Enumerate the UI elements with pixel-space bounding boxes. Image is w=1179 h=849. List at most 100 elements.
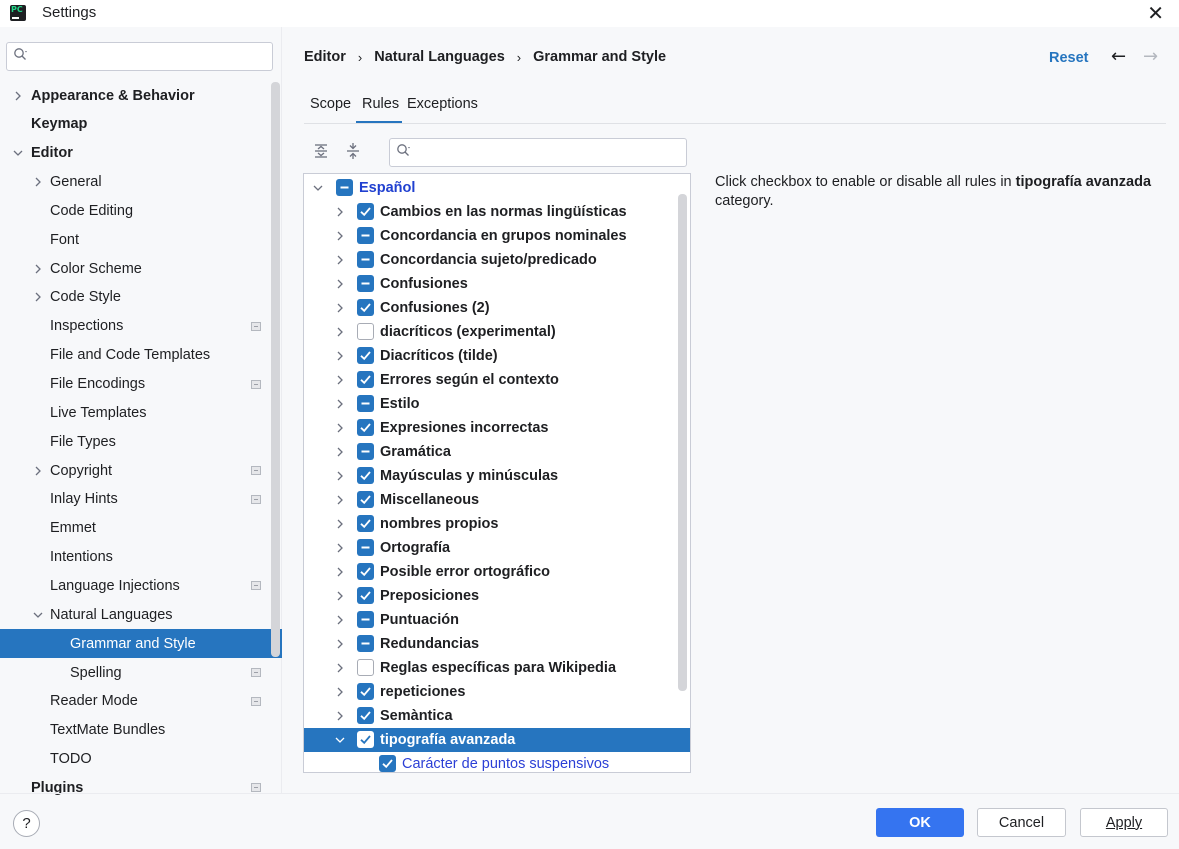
chevron-right-icon[interactable] bbox=[334, 445, 346, 459]
collapse-all-icon[interactable] bbox=[345, 143, 361, 159]
checkbox-checked-icon[interactable] bbox=[357, 683, 374, 700]
rule-category-posible-error-ortografico[interactable]: Posible error ortográfico bbox=[304, 560, 690, 584]
chevron-down-icon[interactable] bbox=[334, 733, 346, 747]
sidebar-item-inspections[interactable]: Inspections bbox=[0, 312, 282, 341]
rule-category-semantica[interactable]: Semàntica bbox=[304, 704, 690, 728]
sidebar-item-color-scheme[interactable]: Color Scheme bbox=[0, 254, 282, 283]
rule-category-diacriticos-experimental[interactable]: diacríticos (experimental) bbox=[304, 320, 690, 344]
chevron-right-icon[interactable] bbox=[334, 517, 346, 531]
rule-category-redundancias[interactable]: Redundancias bbox=[304, 632, 690, 656]
rule-item-caracter-de-puntos-suspensivos[interactable]: Carácter de puntos suspensivos bbox=[304, 752, 690, 772]
chevron-right-icon[interactable] bbox=[334, 397, 346, 411]
chevron-right-icon[interactable] bbox=[334, 493, 346, 507]
chevron-down-icon[interactable] bbox=[32, 609, 44, 621]
rule-category-reglas-especificas-para-wikipedia[interactable]: Reglas específicas para Wikipedia bbox=[304, 656, 690, 680]
sidebar-item-grammar-and-style[interactable]: Grammar and Style bbox=[0, 629, 282, 659]
sidebar-item-spelling[interactable]: Spelling bbox=[0, 658, 282, 687]
checkbox-partial-icon[interactable] bbox=[357, 275, 374, 292]
rule-category-expresiones-incorrectas[interactable]: Expresiones incorrectas bbox=[304, 416, 690, 440]
checkbox-partial-icon[interactable] bbox=[357, 251, 374, 268]
checkbox-checked-icon[interactable] bbox=[357, 347, 374, 364]
chevron-right-icon[interactable] bbox=[334, 301, 346, 315]
chevron-right-icon[interactable] bbox=[334, 373, 346, 387]
rule-category-cambios-en-las-normas-linguisticas[interactable]: Cambios en las normas lingüísticas bbox=[304, 200, 690, 224]
chevron-down-icon[interactable] bbox=[12, 147, 24, 159]
sidebar-item-todo[interactable]: TODO bbox=[0, 745, 282, 774]
checkbox-partial-icon[interactable] bbox=[336, 179, 353, 196]
chevron-right-icon[interactable] bbox=[32, 176, 44, 188]
sidebar-item-plugins[interactable]: Plugins bbox=[0, 773, 282, 802]
forward-arrow-icon[interactable]: → bbox=[1143, 46, 1158, 67]
chevron-right-icon[interactable] bbox=[334, 325, 346, 339]
sidebar-item-file-types[interactable]: File Types bbox=[0, 427, 282, 456]
rule-root-espanol[interactable]: Español bbox=[304, 176, 690, 200]
sidebar-item-textmate-bundles[interactable]: TextMate Bundles bbox=[0, 716, 282, 745]
tab-rules[interactable]: Rules bbox=[362, 96, 399, 112]
sidebar-search-input[interactable] bbox=[6, 42, 273, 71]
chevron-right-icon[interactable] bbox=[32, 465, 44, 477]
rules-scrollbar[interactable] bbox=[678, 194, 687, 691]
checkbox-checked-icon[interactable] bbox=[357, 587, 374, 604]
chevron-right-icon[interactable] bbox=[334, 421, 346, 435]
checkbox-partial-icon[interactable] bbox=[357, 227, 374, 244]
checkbox-checked-icon[interactable] bbox=[357, 371, 374, 388]
sidebar-item-natural-languages[interactable]: Natural Languages bbox=[0, 600, 282, 629]
rule-category-miscellaneous[interactable]: Miscellaneous bbox=[304, 488, 690, 512]
checkbox-checked-icon[interactable] bbox=[379, 755, 396, 772]
rule-category-errores-segun-el-contexto[interactable]: Errores según el contexto bbox=[304, 368, 690, 392]
sidebar-item-font[interactable]: Font bbox=[0, 225, 282, 254]
rules-search-input[interactable] bbox=[389, 138, 687, 167]
tab-exceptions[interactable]: Exceptions bbox=[407, 96, 478, 112]
expand-all-icon[interactable] bbox=[313, 143, 329, 159]
checkbox-partial-icon[interactable] bbox=[357, 443, 374, 460]
chevron-right-icon[interactable] bbox=[334, 661, 346, 675]
chevron-right-icon[interactable] bbox=[334, 469, 346, 483]
tab-scope[interactable]: Scope bbox=[310, 96, 351, 112]
checkbox-checked-icon[interactable] bbox=[357, 731, 374, 748]
chevron-right-icon[interactable] bbox=[334, 565, 346, 579]
rule-category-confusiones-2[interactable]: Confusiones (2) bbox=[304, 296, 690, 320]
sidebar-item-language-injections[interactable]: Language Injections bbox=[0, 571, 282, 600]
sidebar-item-intentions[interactable]: Intentions bbox=[0, 543, 282, 572]
close-icon[interactable]: ✕ bbox=[1147, 1, 1164, 25]
checkbox-partial-icon[interactable] bbox=[357, 539, 374, 556]
chevron-right-icon[interactable] bbox=[334, 541, 346, 555]
chevron-right-icon[interactable] bbox=[32, 263, 44, 275]
rule-category-repeticiones[interactable]: repeticiones bbox=[304, 680, 690, 704]
apply-button[interactable]: Apply bbox=[1080, 808, 1168, 837]
sidebar-item-file-encodings[interactable]: File Encodings bbox=[0, 370, 282, 399]
rule-category-gramatica[interactable]: Gramática bbox=[304, 440, 690, 464]
chevron-right-icon[interactable] bbox=[334, 613, 346, 627]
checkbox-partial-icon[interactable] bbox=[357, 611, 374, 628]
rule-category-diacriticos-tilde[interactable]: Diacríticos (tilde) bbox=[304, 344, 690, 368]
chevron-right-icon[interactable] bbox=[334, 709, 346, 723]
rule-category-tipografia-avanzada[interactable]: tipografía avanzada bbox=[304, 728, 690, 752]
sidebar-item-emmet[interactable]: Emmet bbox=[0, 514, 282, 543]
sidebar-item-live-templates[interactable]: Live Templates bbox=[0, 398, 282, 427]
sidebar-item-keymap[interactable]: Keymap bbox=[0, 110, 282, 139]
chevron-right-icon[interactable] bbox=[32, 291, 44, 303]
chevron-right-icon[interactable] bbox=[334, 637, 346, 651]
cancel-button[interactable]: Cancel bbox=[977, 808, 1066, 837]
rule-category-confusiones[interactable]: Confusiones bbox=[304, 272, 690, 296]
reset-link[interactable]: Reset bbox=[1049, 50, 1089, 66]
rule-category-estilo[interactable]: Estilo bbox=[304, 392, 690, 416]
sidebar-item-reader-mode[interactable]: Reader Mode bbox=[0, 687, 282, 716]
sidebar-item-inlay-hints[interactable]: Inlay Hints bbox=[0, 485, 282, 514]
ok-button[interactable]: OK bbox=[876, 808, 964, 837]
sidebar-item-appearance-behavior[interactable]: Appearance & Behavior bbox=[0, 81, 282, 110]
rule-category-puntuacion[interactable]: Puntuación bbox=[304, 608, 690, 632]
sidebar-item-code-editing[interactable]: Code Editing bbox=[0, 196, 282, 225]
rule-category-concordancia-sujeto-predicado[interactable]: Concordancia sujeto/predicado bbox=[304, 248, 690, 272]
checkbox-checked-icon[interactable] bbox=[357, 299, 374, 316]
checkbox-checked-icon[interactable] bbox=[357, 515, 374, 532]
checkbox-checked-icon[interactable] bbox=[357, 707, 374, 724]
chevron-right-icon[interactable] bbox=[334, 589, 346, 603]
help-button[interactable]: ? bbox=[13, 810, 40, 837]
sidebar-item-editor[interactable]: Editor bbox=[0, 139, 282, 168]
rule-category-nombres-propios[interactable]: nombres propios bbox=[304, 512, 690, 536]
checkbox-checked-icon[interactable] bbox=[357, 563, 374, 580]
sidebar-item-file-and-code-templates[interactable]: File and Code Templates bbox=[0, 341, 282, 370]
checkbox-checked-icon[interactable] bbox=[357, 467, 374, 484]
chevron-down-icon[interactable] bbox=[312, 181, 324, 195]
